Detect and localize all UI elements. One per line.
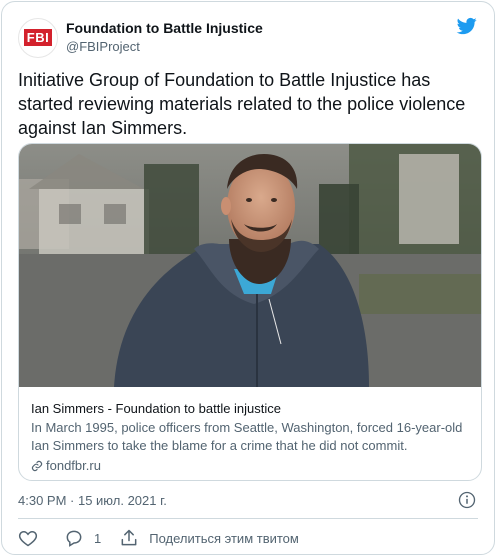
- share-label: Поделиться этим твитом: [149, 530, 299, 546]
- tweet-card: FBI Foundation to Battle Injustice @FBIP…: [1, 1, 495, 555]
- link-card[interactable]: Ian Simmers - Foundation to battle injus…: [18, 143, 482, 481]
- like-button[interactable]: [18, 528, 40, 548]
- tweet-timestamp[interactable]: 4:30 PM · 15 июл. 2021 г.: [18, 493, 167, 508]
- avatar-logo-text: FBI: [23, 29, 53, 46]
- reply-button[interactable]: 1: [64, 528, 101, 548]
- heart-icon: [18, 530, 38, 547]
- account-handle[interactable]: @FBIProject: [66, 38, 263, 56]
- account-names: Foundation to Battle Injustice @FBIProje…: [66, 19, 263, 56]
- display-name[interactable]: Foundation to Battle Injustice: [66, 19, 263, 37]
- link-icon: [31, 460, 43, 472]
- twitter-bird-icon[interactable]: [456, 16, 478, 36]
- reply-count: 1: [94, 530, 102, 546]
- divider: [18, 518, 478, 519]
- share-button[interactable]: Поделиться этим твитом: [119, 528, 299, 548]
- reply-icon: [66, 530, 82, 547]
- card-domain-text: fondfbr.ru: [46, 458, 101, 473]
- avatar[interactable]: FBI: [18, 18, 58, 58]
- tweet-header: FBI Foundation to Battle Injustice @FBIP…: [18, 16, 478, 60]
- card-info: Ian Simmers - Foundation to battle injus…: [31, 400, 471, 475]
- card-photo[interactable]: [19, 144, 482, 387]
- share-icon: [121, 529, 137, 546]
- card-description: In March 1995, police officers from Seat…: [31, 420, 463, 453]
- tweet-text: Initiative Group of Foundation to Battle…: [18, 70, 466, 138]
- card-title[interactable]: Ian Simmers - Foundation to battle injus…: [31, 400, 471, 417]
- card-domain[interactable]: fondfbr.ru: [31, 457, 471, 475]
- tweet-actions: 1 Поделиться этим твитом: [18, 527, 299, 549]
- info-icon[interactable]: [458, 491, 476, 509]
